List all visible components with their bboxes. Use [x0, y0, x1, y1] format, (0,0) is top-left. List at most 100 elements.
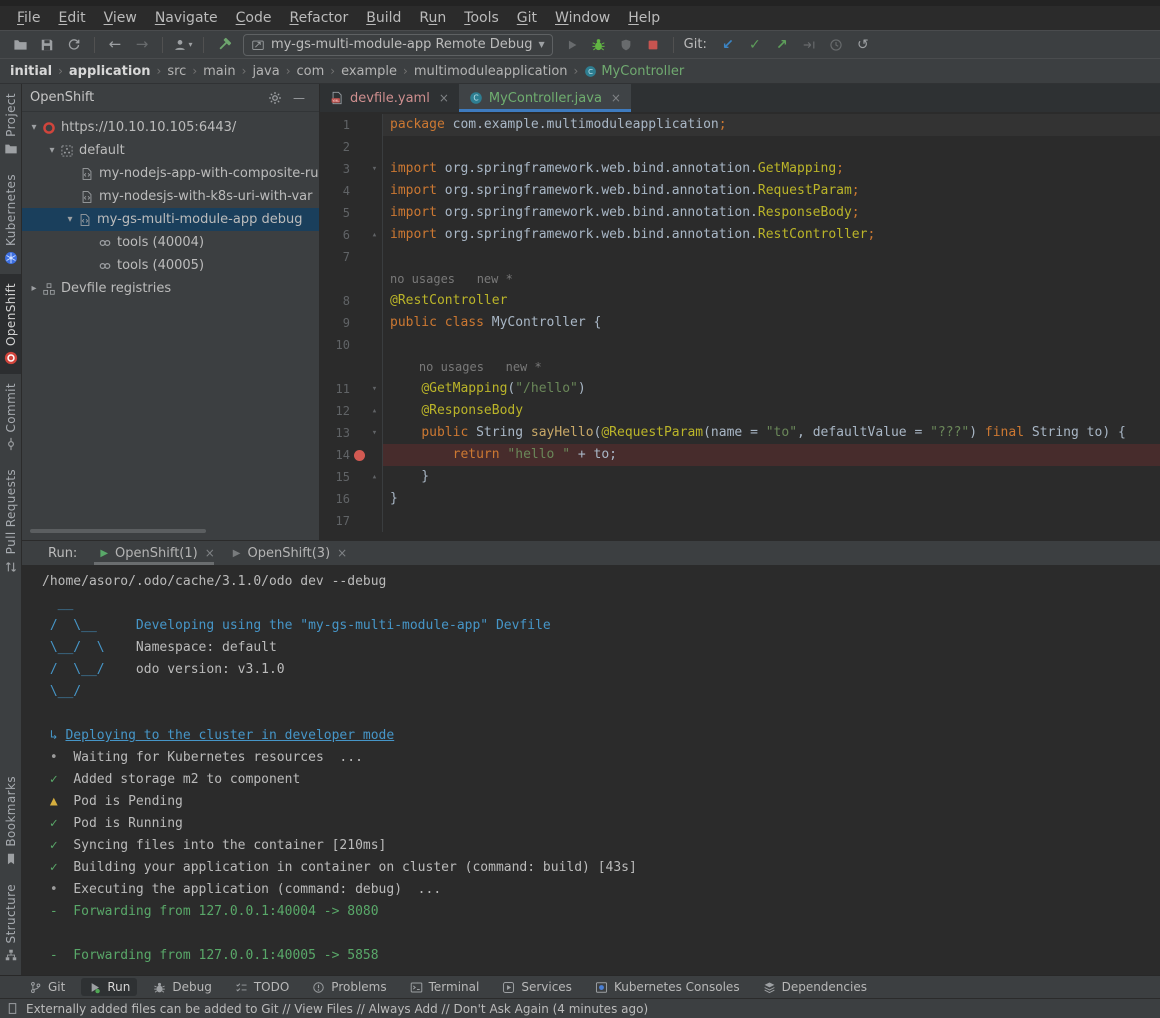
stripe-tab-openshift[interactable]: OpenShift — [0, 274, 21, 374]
stripe-tab-bookmarks[interactable]: Bookmarks — [0, 767, 21, 875]
editor-gutter[interactable]: 5 — [320, 202, 383, 224]
editor-gutter[interactable]: 13▾ — [320, 422, 383, 444]
user-dropdown-button[interactable]: ▾ — [171, 34, 195, 56]
fold-marker-icon[interactable]: ▾ — [368, 378, 381, 400]
breadcrumb-item[interactable]: main — [203, 64, 235, 79]
build-button[interactable] — [212, 34, 236, 56]
breadcrumb-item[interactable]: multimoduleapplication — [414, 64, 568, 79]
forward-button[interactable]: → — [130, 34, 154, 56]
history-button[interactable] — [824, 34, 848, 56]
tool-window-button-problems[interactable]: Problems — [305, 978, 393, 996]
editor-gutter[interactable]: 10 — [320, 334, 383, 356]
rollback-button[interactable]: ↺ — [851, 34, 875, 56]
run-configuration-select[interactable]: my-gs-multi-module-app Remote Debug ▼ — [243, 34, 553, 56]
status-message[interactable]: Externally added files can be added to G… — [26, 1002, 648, 1016]
editor-tab-devfile.yaml[interactable]: YML devfile.yaml × — [320, 84, 459, 112]
editor-gutter[interactable]: 17 — [320, 510, 383, 532]
editor-gutter[interactable]: 15▴ — [320, 466, 383, 488]
stripe-tab-commit[interactable]: Commit — [0, 374, 21, 461]
menu-navigate[interactable]: Navigate — [146, 8, 227, 28]
run-button[interactable] — [560, 34, 584, 56]
tree-node[interactable]: ▾ default — [22, 139, 319, 162]
tree-node[interactable]: my-nodesjs-with-k8s-uri-with-var — [22, 185, 319, 208]
breakpoint-icon[interactable] — [354, 450, 365, 461]
close-icon[interactable]: × — [611, 91, 621, 105]
git-push-button[interactable]: ↗ — [770, 34, 794, 56]
open-folder-button[interactable] — [8, 34, 32, 56]
menu-file[interactable]: File — [8, 8, 49, 28]
menu-help[interactable]: Help — [619, 8, 669, 28]
breadcrumb-item[interactable]: example — [341, 64, 397, 79]
menu-code[interactable]: Code — [227, 8, 281, 28]
code-editor[interactable]: 1 package com.example.multimoduleapplica… — [320, 112, 1160, 540]
tool-window-button-debug[interactable]: Debug — [146, 978, 218, 996]
tool-window-button-dependencies[interactable]: Dependencies — [756, 978, 874, 996]
save-all-button[interactable] — [35, 34, 59, 56]
editor-gutter[interactable]: 6▴ — [320, 224, 383, 246]
menu-tools[interactable]: Tools — [455, 8, 508, 28]
close-icon[interactable]: × — [337, 546, 347, 560]
editor-gutter[interactable]: 11▾ — [320, 378, 383, 400]
run-tab-openshift3[interactable]: ▶ OpenShift(3) × — [224, 541, 356, 565]
stop-button[interactable] — [641, 34, 665, 56]
fold-marker-icon[interactable]: ▴ — [368, 224, 381, 246]
git-update-button[interactable]: ↙ — [716, 34, 740, 56]
close-icon[interactable]: × — [439, 91, 449, 105]
editor-gutter[interactable]: 1 — [320, 114, 383, 136]
stripe-tab-kubernetes[interactable]: Kubernetes — [0, 165, 21, 274]
editor-gutter[interactable]: 14 — [320, 444, 383, 466]
tool-window-button-run[interactable]: Run — [81, 978, 137, 996]
sync-button[interactable] — [62, 34, 86, 56]
tool-window-button-todo[interactable]: TODO — [228, 978, 296, 996]
editor-gutter[interactable]: 4 — [320, 180, 383, 202]
git-commit-button[interactable]: ✓ — [743, 34, 767, 56]
menu-refactor[interactable]: Refactor — [280, 8, 357, 28]
chevron-down-icon[interactable]: ▾ — [44, 145, 60, 156]
breadcrumb-item[interactable]: initial — [10, 64, 52, 79]
editor-gutter[interactable]: 12▴ — [320, 400, 383, 422]
chevron-down-icon[interactable]: ▾ — [62, 214, 78, 225]
coverage-button[interactable] — [614, 34, 638, 56]
tree-node[interactable]: ▾ https://10.10.10.105:6443/ — [22, 116, 319, 139]
breadcrumb-item[interactable]: application — [69, 64, 151, 79]
horizontal-scrollbar[interactable] — [30, 529, 206, 533]
editor-gutter[interactable]: 9 — [320, 312, 383, 334]
editor-gutter[interactable]: 3▾ — [320, 158, 383, 180]
menu-view[interactable]: View — [95, 8, 146, 28]
editor-tab-mycontroller.java[interactable]: C MyController.java × — [459, 84, 631, 112]
editor-gutter[interactable]: 8 — [320, 290, 383, 312]
editor-gutter[interactable]: 16 — [320, 488, 383, 510]
stripe-tab-project[interactable]: Project — [0, 84, 21, 165]
git-merge-button[interactable] — [797, 34, 821, 56]
breadcrumb-item[interactable]: java — [252, 64, 279, 79]
chevron-right-icon[interactable]: ▸ — [26, 283, 42, 294]
tool-window-button-kubernetes-consoles[interactable]: Kubernetes Consoles — [588, 978, 747, 996]
breadcrumb-item[interactable]: CMyController — [584, 64, 684, 79]
fold-marker-icon[interactable]: ▾ — [368, 158, 381, 180]
menu-git[interactable]: Git — [508, 8, 546, 28]
run-console[interactable]: /home/asoro/.odo/cache/3.1.0/odo dev --d… — [22, 565, 1160, 975]
tree-node[interactable]: tools (40005) — [22, 254, 319, 277]
tree-node[interactable]: my-nodejs-app-with-composite-ru — [22, 162, 319, 185]
fold-marker-icon[interactable]: ▾ — [368, 422, 381, 444]
inlay-hint[interactable]: no usages new * — [390, 272, 513, 286]
tree-node[interactable]: ▾ my-gs-multi-module-app debug — [22, 208, 319, 231]
console-link[interactable]: Deploying to the cluster in developer mo… — [65, 728, 394, 743]
editor-gutter[interactable]: 7 — [320, 246, 383, 268]
menu-edit[interactable]: Edit — [49, 8, 94, 28]
panel-settings-button[interactable] — [263, 87, 287, 109]
panel-hide-button[interactable]: — — [287, 87, 311, 109]
stripe-tab-pull-requests[interactable]: Pull Requests — [0, 460, 21, 582]
run-tab-openshift1[interactable]: ▶ OpenShift(1) × — [91, 541, 223, 565]
fold-marker-icon[interactable]: ▴ — [368, 400, 381, 422]
menu-build[interactable]: Build — [357, 8, 410, 28]
stripe-tab-structure[interactable]: Structure — [0, 875, 21, 971]
debug-button[interactable] — [587, 34, 611, 56]
tree-node[interactable]: tools (40004) — [22, 231, 319, 254]
chevron-down-icon[interactable]: ▾ — [26, 122, 42, 133]
menu-run[interactable]: Run — [410, 8, 455, 28]
breadcrumb-item[interactable]: com — [297, 64, 325, 79]
inlay-hint[interactable]: no usages new * — [390, 360, 542, 374]
tool-window-button-git[interactable]: Git — [22, 978, 72, 996]
tree-node[interactable]: ▸ Devfile registries — [22, 277, 319, 300]
